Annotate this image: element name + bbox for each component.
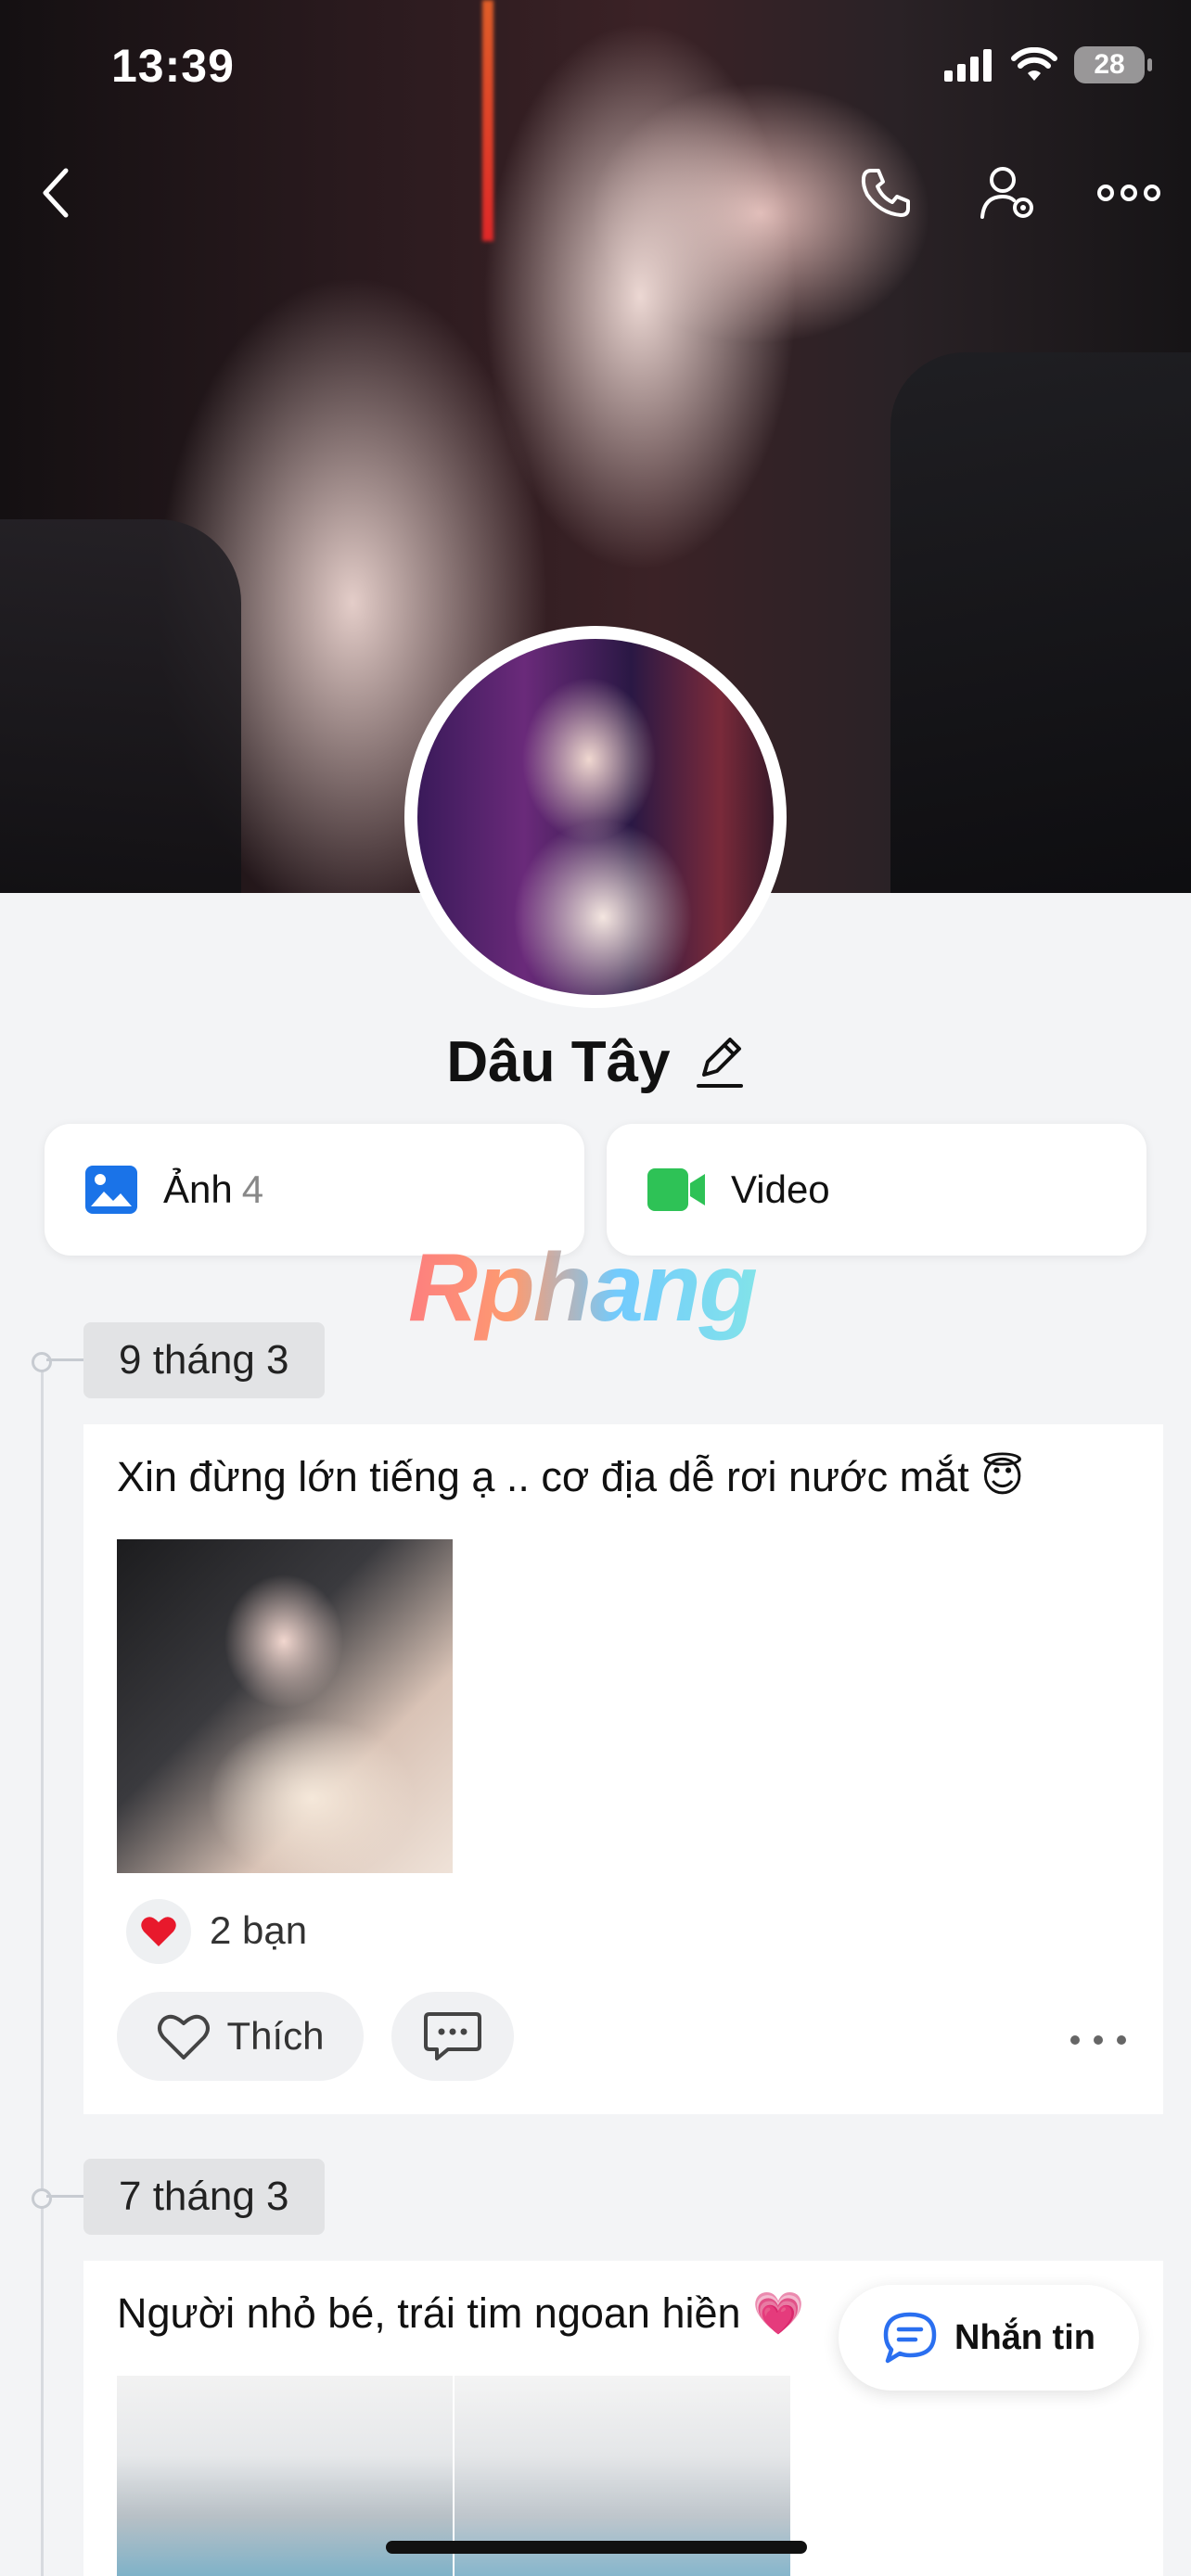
post-photo[interactable] — [117, 1539, 453, 1873]
like-label: Thích — [226, 2014, 325, 2058]
post-date-chip: 7 tháng 3 — [83, 2159, 325, 2235]
post-text: Người nhỏ bé, trái tim ngoan hiền 💗 — [117, 2289, 805, 2337]
comment-icon — [424, 2012, 481, 2060]
cover-sofa — [890, 352, 1191, 893]
reaction-badge[interactable] — [126, 1899, 191, 1964]
like-button[interactable]: Thích — [117, 1992, 364, 2081]
post-more-button[interactable] — [1070, 2021, 1126, 2059]
timeline-dot — [32, 2188, 52, 2209]
signal-icon — [944, 49, 992, 82]
phone-icon — [861, 169, 910, 217]
cover-neon-light — [482, 0, 493, 241]
reaction-count[interactable]: 2 bạn — [210, 1908, 307, 1953]
status-time: 13:39 — [111, 40, 235, 92]
avatar[interactable] — [417, 639, 774, 995]
home-indicator[interactable] — [386, 2541, 807, 2554]
photo-icon — [85, 1166, 137, 1214]
profile-name-row: Dâu Tây — [0, 1020, 1191, 1103]
timeline-line — [41, 1361, 44, 2576]
video-icon — [647, 1168, 705, 1211]
dot — [1117, 2035, 1126, 2045]
profile-name: Dâu Tây — [446, 1029, 671, 1094]
wifi-icon — [1011, 47, 1057, 81]
profile-settings-button[interactable] — [967, 151, 1050, 235]
timeline-dot — [32, 1352, 52, 1372]
back-button[interactable] — [15, 151, 98, 235]
back-icon — [43, 168, 69, 218]
message-label: Nhắn tin — [954, 2317, 1095, 2357]
post-date-chip: 9 tháng 3 — [83, 1322, 325, 1398]
heart-icon — [158, 2014, 211, 2060]
photos-label: Ảnh 4 — [163, 1167, 264, 1211]
more-options-button[interactable] — [1087, 151, 1171, 235]
cover-sofa-left — [0, 519, 241, 893]
message-button[interactable]: Nhắn tin — [839, 2285, 1139, 2391]
message-icon — [883, 2312, 937, 2364]
call-button[interactable] — [844, 151, 928, 235]
heart-reaction-icon — [141, 1917, 176, 1946]
dot — [1094, 2035, 1103, 2045]
watermark-logo: Rphang — [408, 1234, 758, 1342]
dot — [1070, 2035, 1080, 2045]
comment-button[interactable] — [391, 1992, 514, 2081]
video-label: Video — [731, 1167, 830, 1211]
user-settings-icon — [980, 167, 1033, 219]
post-text: Xin đừng lớn tiếng ạ .. cơ địa dễ rơi nư… — [117, 1453, 1025, 1500]
more-icon — [1097, 185, 1160, 201]
status-icons: 28 — [942, 41, 1152, 89]
photos-count: 4 — [241, 1167, 264, 1211]
battery-indicator: 28 — [1074, 46, 1152, 83]
edit-icon[interactable] — [695, 1034, 745, 1090]
